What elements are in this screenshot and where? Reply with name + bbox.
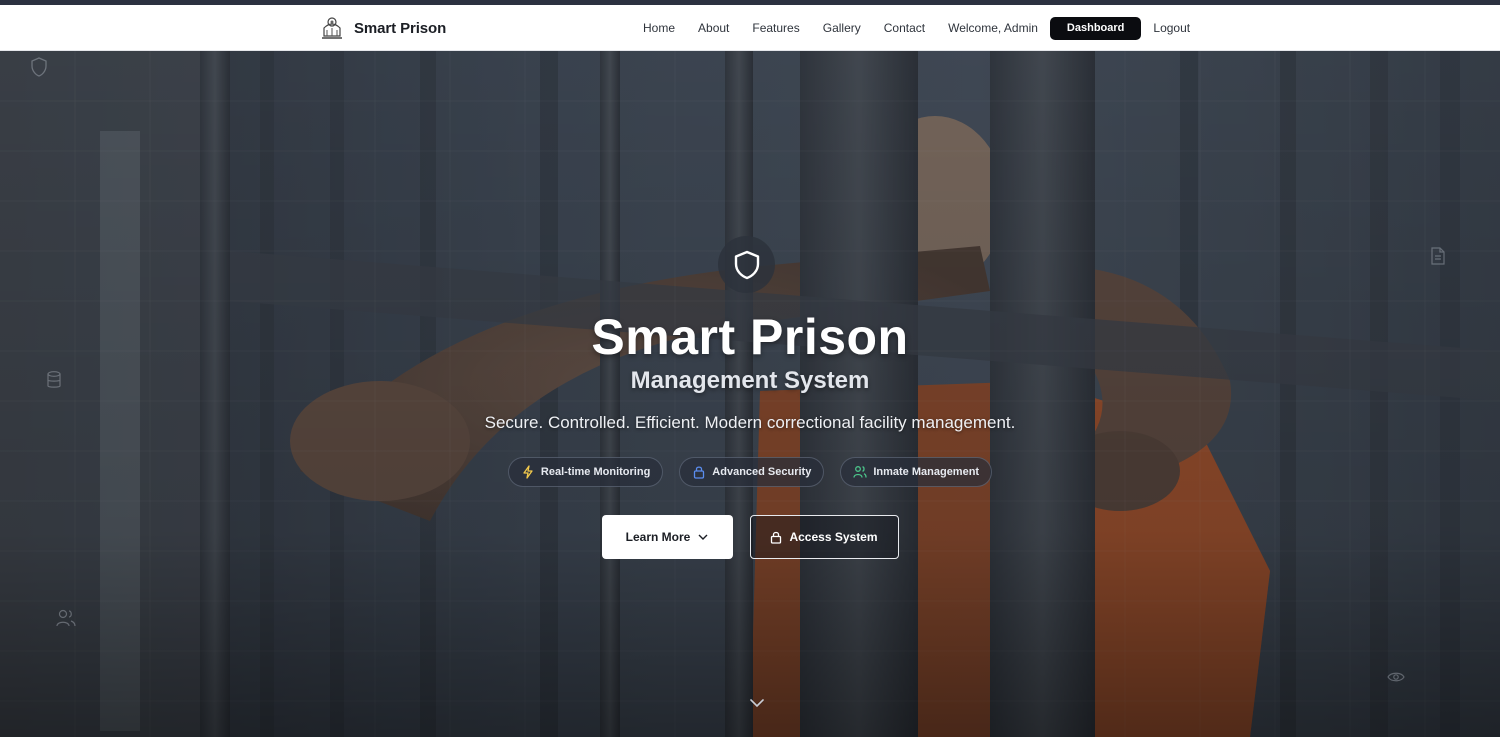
hero-shield-badge (718, 236, 775, 293)
hero-section: Smart Prison Management System Secure. C… (0, 51, 1500, 737)
document-icon (1431, 247, 1445, 265)
badge-advanced-security: Advanced Security (679, 457, 825, 487)
shield-icon (734, 250, 759, 279)
welcome-text: Welcome, Admin (948, 21, 1038, 35)
badge-label: Real-time Monitoring (540, 466, 651, 478)
brand-name: Smart Prison (354, 19, 447, 37)
nav-features[interactable]: Features (752, 16, 799, 40)
lightning-icon (523, 465, 533, 479)
learn-more-button[interactable]: Learn More (601, 515, 733, 559)
nav-gallery[interactable]: Gallery (823, 16, 861, 40)
nav-contact[interactable]: Contact (884, 16, 925, 40)
hero-tagline: Secure. Controlled. Efficient. Modern co… (484, 413, 1016, 432)
badge-label: Inmate Management (873, 466, 980, 478)
lock-icon (694, 466, 705, 479)
hero-title: Smart Prison (591, 309, 909, 365)
hero-actions: Learn More Access System (0, 515, 1500, 559)
nav-about[interactable]: About (698, 16, 729, 40)
state-emblem-icon (322, 17, 342, 39)
access-system-button[interactable]: Access System (749, 515, 899, 559)
learn-more-label: Learn More (625, 530, 691, 544)
badge-realtime-monitoring: Real-time Monitoring (507, 457, 664, 487)
feature-badges: Real-time Monitoring Advanced Security I… (0, 457, 1500, 487)
dashboard-button[interactable]: Dashboard (1049, 16, 1142, 40)
users-icon (853, 466, 867, 478)
users-outline-icon (56, 609, 76, 627)
badge-label: Advanced Security (712, 466, 812, 478)
lock-icon (771, 531, 782, 544)
access-system-label: Access System (789, 530, 878, 544)
nav-home[interactable]: Home (643, 16, 675, 40)
brand[interactable]: Smart Prison (318, 14, 446, 42)
shield-outline-icon (31, 57, 47, 77)
badge-inmate-management: Inmate Management (840, 457, 993, 487)
nav-links: Home About Features Gallery Contact Welc… (643, 16, 1190, 40)
eye-icon (1387, 672, 1405, 682)
scroll-down-chevron-icon[interactable] (748, 696, 766, 710)
logout-link[interactable]: Logout (1153, 16, 1190, 40)
chevron-down-icon (698, 534, 708, 540)
hero-subtitle: Management System (630, 367, 870, 394)
navbar: Smart Prison Home About Features Gallery… (0, 5, 1500, 51)
